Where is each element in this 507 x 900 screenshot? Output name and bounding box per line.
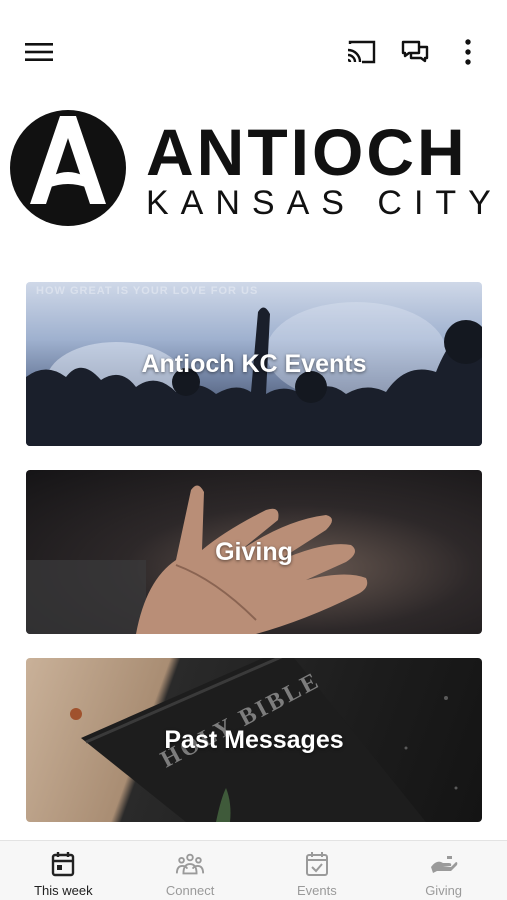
past-messages-card-title: Past Messages [164,725,344,754]
events-card[interactable]: HOW GREAT IS YOUR LOVE FOR US Antioch KC… [26,282,482,446]
chat-icon[interactable] [395,32,435,72]
logo-title: ANTIOCH [146,115,468,189]
events-card-title: Antioch KC Events [141,349,367,378]
logo-subtitle: KANSAS CITY [146,184,503,222]
antioch-logo-mark-icon [10,110,126,226]
nav-label-connect: Connect [165,883,215,898]
people-group-icon [175,851,205,877]
giving-hand-icon [429,851,459,877]
calendar-check-icon [302,851,332,877]
bottom-navigation: This week Connect Events Giving [0,840,507,900]
nav-item-giving[interactable]: Giving [380,841,507,900]
nav-label-this-week: This week [34,883,93,898]
church-logo: ANTIOCH KANSAS CITY [8,108,503,228]
calendar-icon [48,851,78,877]
top-bar [0,0,507,100]
nav-label-events: Events [297,883,337,898]
nav-item-this-week[interactable]: This week [0,841,127,900]
giving-card[interactable]: Giving [26,470,482,634]
nav-item-events[interactable]: Events [254,841,381,900]
cast-icon[interactable] [341,32,381,72]
giving-card-title: Giving [215,537,293,566]
nav-label-giving: Giving [425,883,463,898]
nav-item-connect[interactable]: Connect [127,841,254,900]
past-messages-card[interactable]: HOLY BIBLE Past Messages [26,658,482,822]
hamburger-menu-icon[interactable] [19,32,59,72]
more-vertical-icon[interactable] [448,32,488,72]
